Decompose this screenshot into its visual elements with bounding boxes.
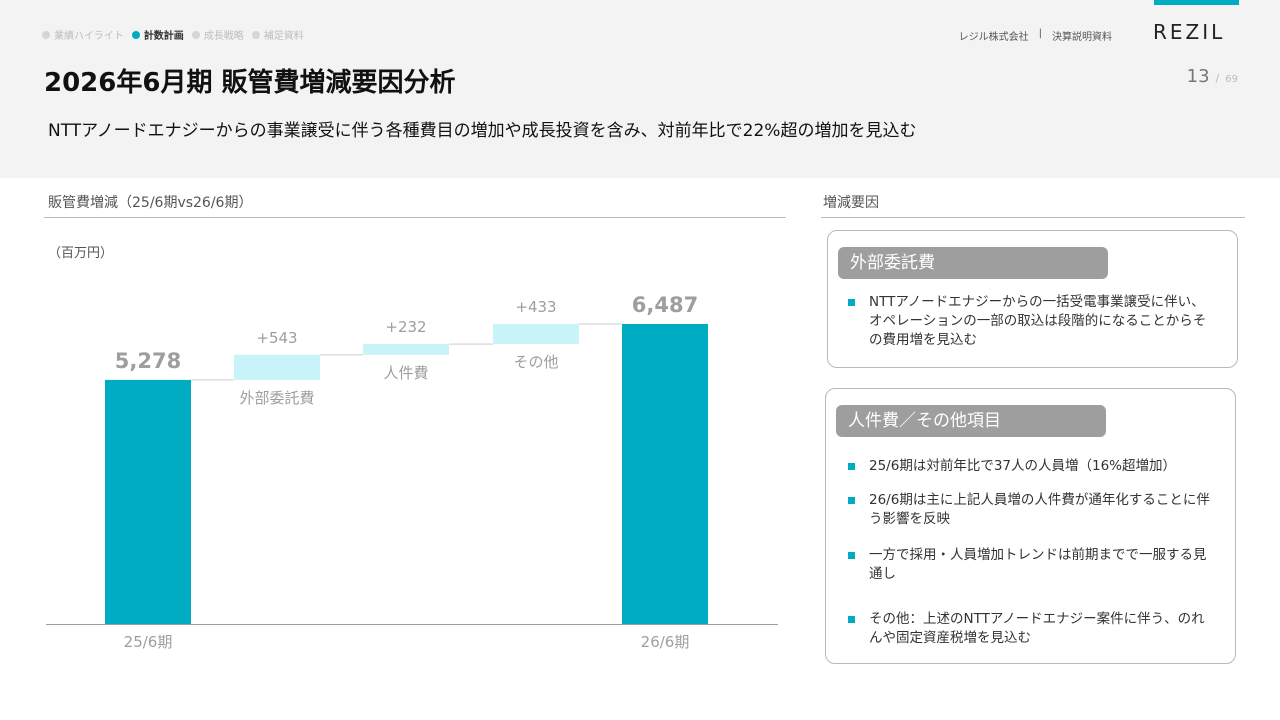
factor-bullet-text: NTTアノードエナジーからの一括受電事業譲受に伴い、オペレーションの一部の取込は… <box>869 294 1207 348</box>
waterfall-bar <box>234 354 320 380</box>
factor-box-title: 人件費／その他項目 <box>836 405 1106 437</box>
factor-bullet-text: その他：上述のNTTアノードエナジー案件に伴う、のれんや固定資産税増を見込む <box>869 611 1205 646</box>
waterfall-bar <box>493 324 579 345</box>
bullet-square-icon <box>848 616 855 623</box>
category-label: その他 <box>513 353 558 371</box>
data-value-label: 5,278 <box>115 349 181 373</box>
data-value-label: 6,487 <box>632 293 698 317</box>
data-value-label: +433 <box>515 298 556 316</box>
bullet-square-icon <box>848 463 855 470</box>
bullet-square-icon <box>848 552 855 559</box>
data-value-label: +232 <box>385 318 426 336</box>
factor-bullet-text: 26/6期は主に上記人員増の人件費が通年化することに伴う影響を反映 <box>869 492 1210 527</box>
corporate-info: レジル株式会社 | 決算説明資料 <box>959 28 1112 43</box>
logo-accent-bar <box>1154 0 1239 5</box>
document-name: 決算説明資料 <box>1052 32 1112 43</box>
factor-bullet: 25/6期は対前年比で37人の人員増（16%超増加） <box>848 457 1218 476</box>
factor-bullet-text: 25/6期は対前年比で37人の人員増（16%超増加） <box>869 458 1176 474</box>
factor-box-personnel: 人件費／その他項目 25/6期は対前年比で37人の人員増（16%超増加） 26/… <box>825 388 1236 664</box>
factor-bullet-text: 一方で採用・人員増加トレンドは前期までで一服する見通し <box>869 547 1207 582</box>
factor-bullet: 26/6期は主に上記人員増の人件費が通年化することに伴う影響を反映 <box>848 491 1218 529</box>
factors-section-rule <box>821 217 1245 218</box>
waterfall-bar <box>105 379 191 624</box>
factor-bullet: 一方で採用・人員増加トレンドは前期までで一服する見通し <box>848 546 1218 584</box>
factor-bullet: その他：上述のNTTアノードエナジー案件に伴う、のれんや固定資産税増を見込む <box>848 610 1218 648</box>
bullet-square-icon <box>848 497 855 504</box>
page-number: 13 / 69 <box>1187 66 1238 87</box>
company-name: レジル株式会社 <box>958 32 1029 43</box>
category-label: 外部委託費 <box>239 389 314 407</box>
bullet-square-icon <box>848 299 855 306</box>
category-label: 25/6期 <box>124 633 173 651</box>
category-label: 26/6期 <box>641 633 690 651</box>
factor-box-outsourcing: 外部委託費 NTTアノードエナジーからの一括受電事業譲受に伴い、オペレーションの… <box>827 230 1238 368</box>
total-pages: 69 <box>1225 74 1238 85</box>
page-slash: / <box>1215 72 1220 85</box>
waterfall-chart: 5,278 25/6期 +543 外部委託費 +232 人件費 +433 その他 6,487 26… <box>46 293 778 651</box>
factor-box-title: 外部委託費 <box>838 247 1108 279</box>
waterfall-bar <box>622 324 708 624</box>
factor-bullet: NTTアノードエナジーからの一括受電事業譲受に伴い、オペレーションの一部の取込は… <box>848 293 1218 350</box>
category-label: 人件費 <box>383 364 428 382</box>
data-value-label: +543 <box>256 329 297 347</box>
company-logo: REZIL <box>1153 20 1226 44</box>
current-page: 13 <box>1186 66 1210 87</box>
corporate-separator: | <box>1038 28 1042 39</box>
waterfall-bar <box>363 344 449 355</box>
factors-section-label: 増減要因 <box>823 195 879 211</box>
